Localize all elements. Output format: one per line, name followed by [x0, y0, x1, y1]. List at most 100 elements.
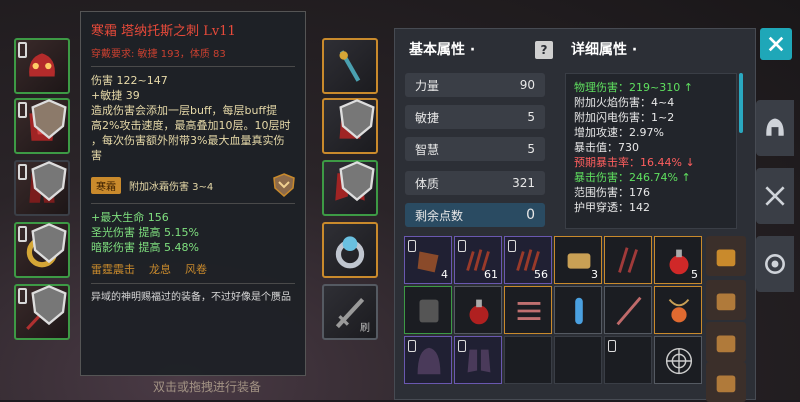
helmet-icon [29, 53, 55, 77]
equip-slot-armor[interactable] [14, 98, 70, 154]
inventory-slot[interactable] [654, 336, 702, 384]
equip-slot-boots[interactable] [322, 160, 378, 216]
detail-scrollbar[interactable] [739, 73, 743, 133]
equip-slot-weapon[interactable] [14, 284, 70, 340]
lock-icon [18, 164, 27, 180]
item-effect-line: 造成伤害会添加一层buff，每层buff提 [91, 104, 278, 117]
item-title: 寒霜 塔纳托斯之刺 Lv11 [91, 24, 236, 39]
equip-slot-amulet[interactable] [322, 38, 378, 94]
bag-icon [716, 335, 736, 353]
attr-value: 90 [519, 78, 535, 92]
item-effect-line: 害 [91, 149, 102, 162]
item-count: 61 [484, 268, 498, 281]
crossed-swords-icon [765, 186, 785, 206]
shield-badge-icon [31, 161, 67, 202]
equip-slot-offhand[interactable]: 刷 [322, 284, 378, 340]
attr-value: 5 [527, 142, 535, 156]
inventory-slot[interactable]: 3 [554, 236, 602, 284]
bag-slot[interactable] [706, 280, 746, 320]
shield-badge-icon [339, 161, 375, 202]
shield-badge-icon [31, 285, 67, 326]
detail-line: 预期暴击率：16.44% ↓ [574, 156, 695, 169]
item-tooltip: 寒霜 塔纳托斯之刺 Lv11 穿戴要求: 敏捷 193，体质 83 伤害 122… [80, 11, 306, 376]
attr-value: 321 [512, 176, 535, 190]
divider [91, 66, 295, 67]
item-count: 56 [534, 268, 548, 281]
inventory-slot[interactable] [554, 336, 602, 384]
equip-slot-legs[interactable] [14, 160, 70, 216]
item-effect-line: ，每次伤害额外附带3%最大血量真实伤 [91, 134, 285, 147]
lock-icon [18, 226, 27, 242]
inventory-slot[interactable] [404, 286, 452, 334]
attr-label: 智慧 [415, 142, 440, 157]
equip-slot-gloves[interactable] [322, 98, 378, 154]
equip-slot-ring[interactable] [14, 222, 70, 278]
attr-value: 0 [526, 207, 535, 223]
item-count: 3 [591, 268, 598, 281]
bag-slot[interactable] [706, 236, 746, 276]
bag-slot[interactable] [706, 362, 746, 402]
necklace-icon [668, 298, 690, 323]
inventory-slot[interactable]: 61 [454, 236, 502, 284]
attr-label: 剩余点数 [415, 208, 464, 223]
inventory-slot[interactable] [504, 286, 552, 334]
item-requirement: 穿戴要求: 敏捷 193，体质 83 [91, 49, 226, 60]
hood-icon [417, 347, 441, 375]
help-icon[interactable]: ? [535, 41, 553, 59]
detail-line: 暴击伤害：246.74% ↑ [574, 171, 691, 184]
attr-constitution: 体质 321 [405, 171, 545, 195]
lock-icon [18, 102, 27, 118]
inventory-slot[interactable] [604, 336, 652, 384]
claws-icon [517, 301, 541, 321]
enchant-text: 附加冰霜伤害 3~4 [129, 181, 214, 193]
inventory-slot[interactable] [604, 236, 652, 284]
inventory-slot[interactable] [404, 336, 452, 384]
inventory-slot[interactable]: 5 [654, 236, 702, 284]
equip-slot-ring2[interactable] [322, 222, 378, 278]
inventory-slot[interactable]: 4 [404, 236, 452, 284]
inventory-slot[interactable] [604, 286, 652, 334]
detail-attributes-title: 详细属性 · [571, 42, 638, 58]
inventory-slot[interactable] [654, 286, 702, 334]
inventory-slot[interactable] [504, 336, 552, 384]
shield-badge-icon [31, 99, 67, 140]
tab-equipment[interactable] [756, 100, 794, 156]
item-effect-line: 高2%攻击速度，最高叠加10层。10层时 [91, 119, 291, 132]
inventory-slot[interactable]: 56 [504, 236, 552, 284]
enchant-shield-icon [273, 173, 295, 197]
settings-wheel-icon [765, 254, 785, 274]
item-shadow: 暗影伤害 提高 5.48% [91, 241, 199, 254]
detail-line: 暴击值：730 [574, 141, 639, 154]
item-damage: 伤害 122~147 [91, 74, 168, 87]
detail-line: 物理伤害：219~310 ↑ [574, 81, 693, 94]
item-count: 5 [691, 268, 698, 281]
detail-line: 范围伤害：176 [574, 186, 650, 199]
skill-name: 龙息 [149, 263, 171, 276]
item-skills: 雷霆震击 龙息 风卷 [91, 261, 295, 277]
tab-skills[interactable] [756, 168, 794, 224]
skill-name: 风卷 [185, 263, 207, 276]
close-icon [768, 36, 784, 52]
item-agility: +敏捷 39 [91, 89, 140, 102]
tab-settings[interactable] [756, 236, 794, 292]
inventory-slot[interactable] [454, 286, 502, 334]
enchant-tag: 寒霜 [91, 176, 121, 194]
gauntlet-icon [419, 299, 439, 323]
lock-icon [18, 288, 27, 304]
equip-slot-helmet[interactable] [14, 38, 70, 94]
bag-icon [716, 375, 736, 393]
vial-icon [575, 297, 583, 325]
shield-badge-icon [31, 223, 67, 264]
potion-icon [469, 299, 489, 325]
inventory-slot[interactable] [554, 286, 602, 334]
bag-icon [716, 293, 736, 311]
close-button[interactable] [760, 28, 792, 60]
inventory-slot[interactable] [454, 336, 502, 384]
detail-line: 附加闪电伤害：1~2 [574, 111, 675, 124]
attr-agility: 敏捷 5 [405, 105, 545, 129]
amulet-icon [339, 50, 361, 82]
lock-icon [608, 340, 616, 352]
basic-attributes-title: 基本属性 · [409, 42, 476, 58]
item-hp: +最大生命 156 [91, 211, 169, 224]
bag-slot[interactable] [706, 322, 746, 362]
